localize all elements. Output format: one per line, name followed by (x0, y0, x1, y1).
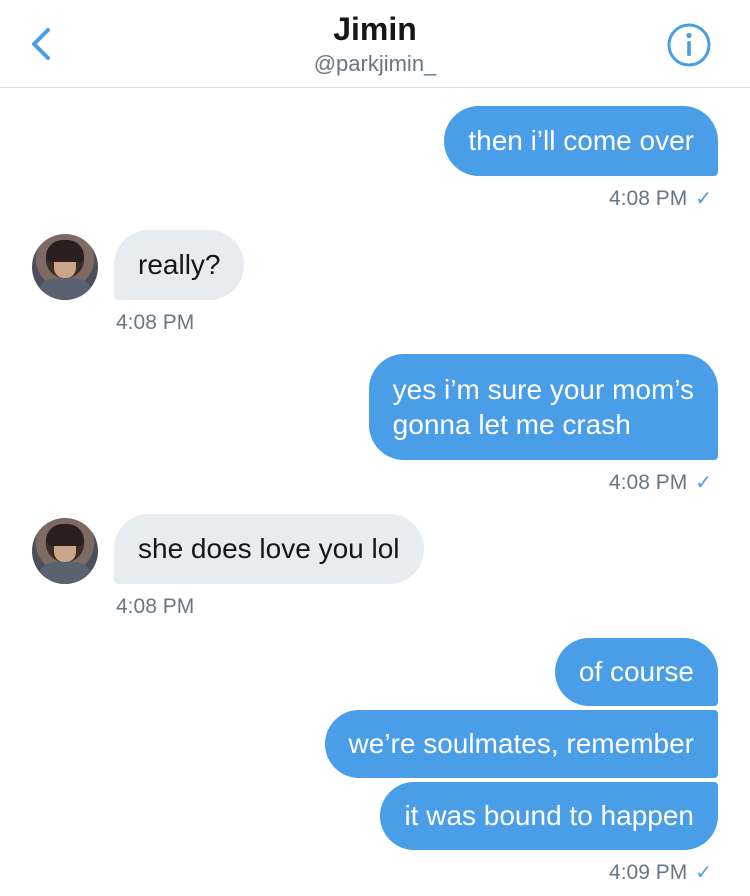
message-time: 4:08 PM (116, 595, 195, 618)
message-time: 4:08 PM (609, 187, 688, 210)
avatar[interactable] (32, 234, 98, 300)
message-bubble-incoming[interactable]: she does love you lol (114, 514, 424, 584)
message-timestamp: 4:08 PM (116, 310, 194, 336)
conversation-title-block[interactable]: Jimin @parkjimin_ (175, 10, 575, 78)
message-text: of course (578, 656, 694, 687)
message-timestamp: 4:08 PM ✓ (609, 470, 712, 496)
read-check-icon: ✓ (695, 188, 712, 210)
message-text: really? (138, 249, 221, 280)
message-bubble-outgoing[interactable]: then i’ll come over (444, 106, 718, 176)
message-text-line: gonna let me crash (392, 409, 631, 440)
contact-name: Jimin (333, 11, 417, 47)
message-bubble-incoming[interactable]: really? (114, 230, 245, 300)
message-text-line: yes i’m sure your mom’s (392, 374, 694, 405)
back-button[interactable] (22, 22, 62, 66)
message-text: then i’ll come over (468, 125, 694, 156)
message-time: 4:09 PM (609, 861, 688, 884)
conversation-header: Jimin @parkjimin_ (0, 0, 750, 88)
message-timestamp: 4:08 PM ✓ (609, 186, 712, 212)
read-check-icon: ✓ (695, 862, 712, 884)
message-time: 4:08 PM (116, 311, 195, 334)
message-timestamp: 4:09 PM ✓ (609, 860, 712, 886)
contact-handle: @parkjimin_ (313, 51, 437, 76)
message-timestamp: 4:08 PM (116, 594, 194, 620)
message-time: 4:08 PM (609, 471, 688, 494)
read-check-icon: ✓ (695, 472, 712, 494)
chevron-left-icon (32, 28, 50, 60)
avatar[interactable] (32, 518, 98, 584)
message-text: it was bound to happen (404, 800, 694, 831)
message-bubble-outgoing[interactable]: yes i’m sure your mom’s gonna let me cra… (368, 354, 718, 460)
info-icon (667, 23, 711, 67)
message-text: we’re soulmates, remember (348, 728, 694, 759)
info-button[interactable] (666, 22, 712, 68)
message-bubble-outgoing[interactable]: it was bound to happen (380, 782, 718, 850)
message-bubble-outgoing[interactable]: of course (554, 638, 718, 706)
message-bubble-outgoing[interactable]: we’re soulmates, remember (324, 710, 718, 778)
message-text: she does love you lol (138, 533, 400, 564)
